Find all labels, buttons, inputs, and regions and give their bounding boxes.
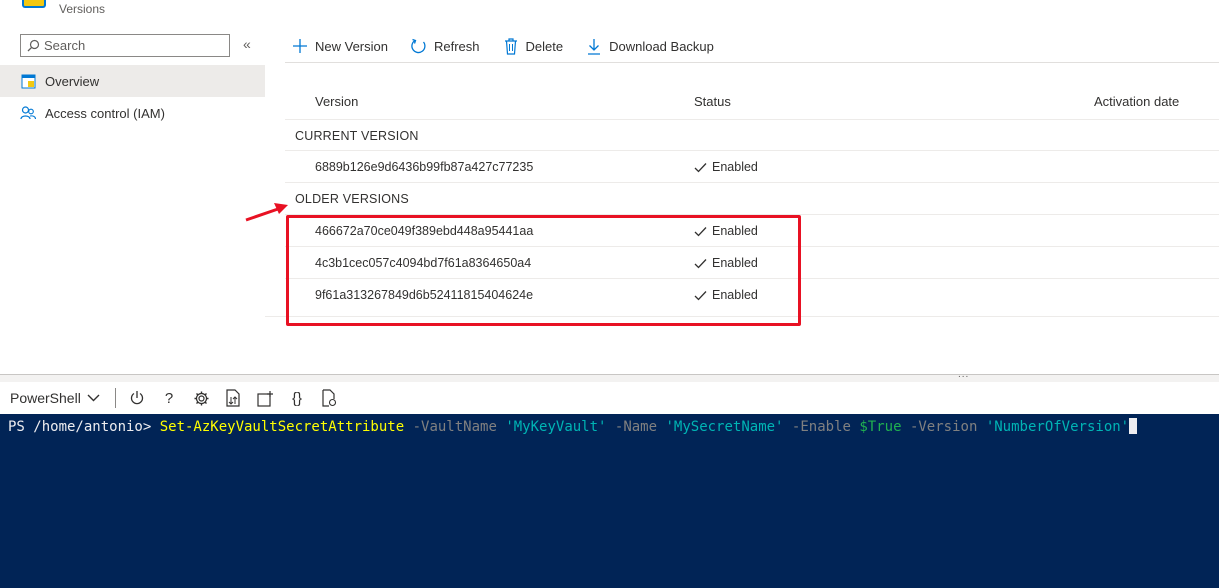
column-header-version[interactable]: Version — [315, 94, 358, 109]
panel-splitter[interactable] — [0, 374, 1219, 382]
section-header-current: CURRENT VERSION — [285, 119, 1219, 151]
download-backup-button[interactable]: Download Backup — [579, 37, 714, 55]
new-version-label: New Version — [315, 38, 388, 54]
help-icon[interactable]: ? — [158, 387, 180, 409]
splitter-grip-icon[interactable]: ... — [958, 369, 969, 380]
highlight-box — [286, 215, 801, 326]
section-header-older: OLDER VERSIONS — [285, 183, 1219, 215]
column-header-status[interactable]: Status — [694, 94, 731, 109]
plus-icon — [291, 37, 309, 55]
terminal[interactable]: PS /home/antonio> Set-AzKeyVaultSecretAt… — [0, 414, 1219, 588]
delete-button[interactable]: Delete — [496, 37, 564, 55]
refresh-icon — [410, 37, 428, 55]
checkmark-icon — [694, 162, 707, 172]
search-input[interactable] — [44, 38, 214, 53]
overview-icon — [20, 73, 36, 89]
chevron-down-icon — [87, 394, 100, 402]
shell-environment-label: PowerShell — [10, 390, 81, 406]
shell-environment-select[interactable]: PowerShell — [0, 390, 115, 406]
search-box[interactable] — [20, 34, 230, 57]
page: Versions « Overview Access con — [0, 0, 1219, 588]
section-label: CURRENT VERSION — [295, 129, 419, 143]
terminal-param: -Version — [901, 419, 986, 435]
sidebar-item-label: Overview — [45, 73, 100, 89]
terminal-string: 'MyKeyVault' — [505, 419, 607, 435]
section-label: OLDER VERSIONS — [295, 192, 409, 206]
people-icon — [20, 105, 36, 121]
web-preview-icon[interactable] — [318, 387, 340, 409]
collapse-sidebar-icon[interactable]: « — [243, 36, 251, 52]
new-version-button[interactable]: New Version — [285, 37, 388, 55]
editor-braces-icon[interactable]: {} — [286, 387, 308, 409]
command-bar: New Version Refresh Delete Download Back… — [285, 31, 730, 61]
sidebar-item-access-control[interactable]: Access control (IAM) — [0, 97, 265, 129]
toolbar-separator — [115, 388, 116, 408]
power-icon[interactable] — [126, 387, 148, 409]
terminal-prompt: PS /home/antonio> — [8, 419, 160, 435]
search-icon — [27, 39, 40, 52]
cloud-shell-toolbar: PowerShell ? {} — [0, 382, 1219, 414]
delete-label: Delete — [525, 38, 564, 54]
terminal-param: -VaultName — [404, 419, 506, 435]
terminal-cmdlet: Set-AzKeyVaultSecretAttribute — [159, 419, 405, 435]
terminal-string: 'MySecretName' — [665, 419, 784, 435]
terminal-variable: $True — [859, 419, 902, 435]
download-backup-label: Download Backup — [609, 38, 714, 54]
toolbar-divider — [285, 62, 1219, 63]
refresh-button[interactable]: Refresh — [404, 37, 480, 55]
download-icon — [585, 37, 603, 55]
terminal-string: 'NumberOfVersion' — [985, 419, 1130, 435]
table-row[interactable]: 6889b126e9d6436b99fb87a427c77235 Enabled — [285, 151, 1219, 183]
sidebar-item-overview[interactable]: Overview — [0, 65, 265, 97]
arrow-annotation-icon — [245, 203, 288, 222]
settings-icon[interactable] — [190, 387, 212, 409]
version-id[interactable]: 6889b126e9d6436b99fb87a427c77235 — [315, 160, 533, 174]
terminal-param: -Enable — [783, 419, 860, 435]
column-header-activation-date[interactable]: Activation date — [1094, 94, 1179, 109]
new-session-icon[interactable] — [254, 387, 276, 409]
refresh-label: Refresh — [433, 38, 480, 54]
status-text: Enabled — [712, 160, 758, 174]
page-subtitle: Versions — [59, 2, 106, 16]
terminal-param: -Name — [606, 419, 666, 435]
sidebar-item-label: Access control (IAM) — [45, 105, 165, 121]
status-cell: Enabled — [694, 160, 758, 174]
key-vault-icon — [22, 0, 46, 8]
upload-download-icon[interactable] — [222, 387, 244, 409]
trash-icon — [502, 37, 520, 55]
terminal-cursor — [1129, 418, 1138, 434]
